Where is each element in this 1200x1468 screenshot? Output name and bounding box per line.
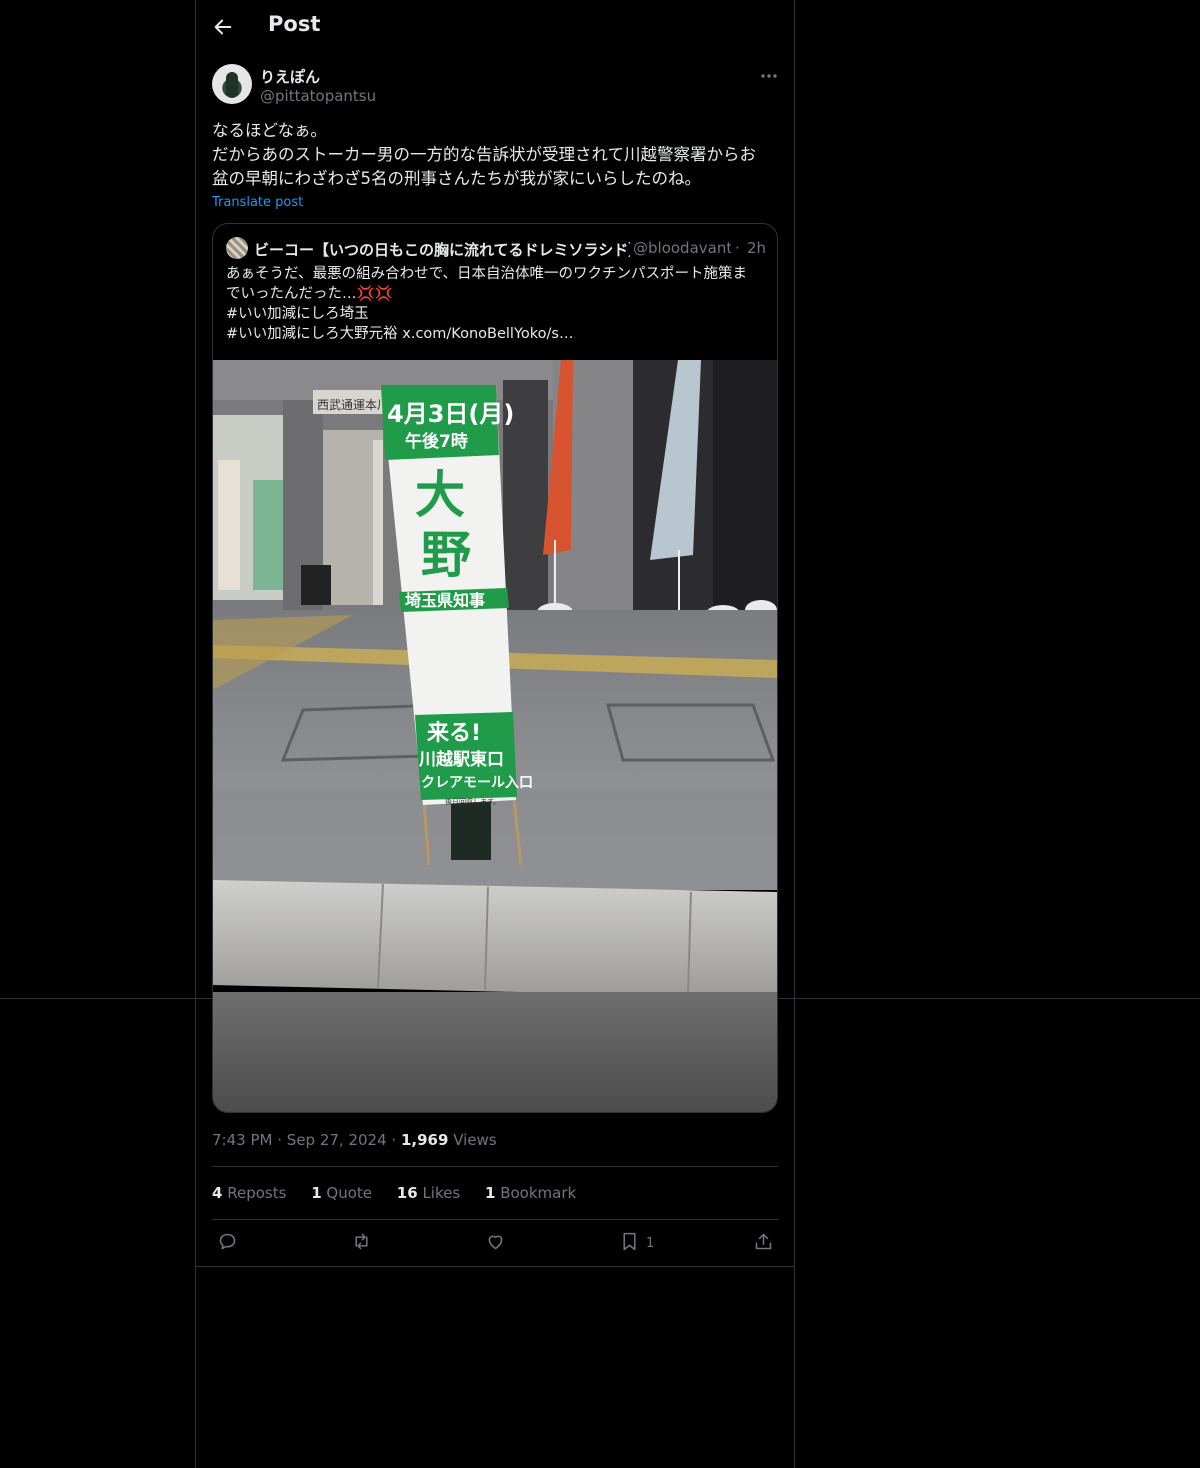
quoted-text-line: #いい加減にしろ大野元裕 x.com/KonoBellYoko/s… xyxy=(226,326,574,342)
banner-place-2: クレアモール入口 xyxy=(421,775,533,791)
quoted-text-line: でいったんだった…💢💢 xyxy=(226,286,393,302)
banner-place-1: 川越駅東口 xyxy=(418,749,504,770)
page-header: Post xyxy=(196,0,794,54)
quoted-post-card[interactable]: ビーコー【いつの日もこの胸に流れてるドレミソラシド】 @bloodavante … xyxy=(212,223,778,1113)
divider xyxy=(196,1266,794,1267)
separator-dot: · xyxy=(735,239,740,257)
action-bar: 1 xyxy=(196,1231,794,1257)
separator-dot: · xyxy=(391,1131,397,1149)
page-title: Post xyxy=(268,12,321,36)
reply-button[interactable] xyxy=(217,1231,238,1255)
engagement-stats: 4 Reposts 1 Quote 16 Likes 1 Bookmark xyxy=(212,1184,596,1202)
repost-icon xyxy=(355,1233,368,1250)
share-icon xyxy=(755,1233,772,1250)
post-text-line: 盆の早朝にわざわざ5名の刑事さんたちが我が家にいらしたのね。 xyxy=(212,169,701,188)
quoted-post-time: 2h xyxy=(747,239,767,257)
banner-footer: 後日回収します。 xyxy=(445,797,500,806)
translate-post-link[interactable]: Translate post xyxy=(212,195,303,210)
post-column: Post りえぽん @pittatopantsu なるほどなぁ。 だからあのスト… xyxy=(195,0,795,1468)
separator-dot: · xyxy=(277,1131,283,1149)
back-arrow-icon[interactable] xyxy=(212,16,234,38)
bookmarks-stat[interactable]: 1 Bookmark xyxy=(485,1184,576,1202)
quoted-author-avatar[interactable] xyxy=(226,237,248,259)
repost-button[interactable] xyxy=(351,1231,372,1255)
bookmark-count: 1 xyxy=(646,1236,655,1251)
bookmarks-label: Bookmark xyxy=(500,1184,577,1202)
banner-time: 午後7時 xyxy=(405,431,468,452)
author-handle[interactable]: @pittatopantsu xyxy=(260,87,376,105)
banner-date: 4月3日(月) xyxy=(387,400,514,428)
views-label: Views xyxy=(453,1131,497,1149)
quoted-text-line: あぁそうだ、最悪の組み合わせで、日本自治体唯一のワクチンパスポート施策ま xyxy=(226,266,747,282)
reposts-count: 4 xyxy=(212,1184,223,1202)
post-text-line: なるほどなぁ。 xyxy=(212,121,327,140)
post-time[interactable]: 7:43 PM xyxy=(212,1131,272,1149)
more-options-icon[interactable] xyxy=(758,66,780,86)
station-sign-text: 西武通運本川 xyxy=(317,398,389,412)
post-meta: 7:43 PM · Sep 27, 2024 · 1,969 Views xyxy=(212,1131,497,1149)
post-date[interactable]: Sep 27, 2024 xyxy=(287,1131,387,1149)
banner-name-1: 大 xyxy=(415,466,465,524)
post-text-line: だからあのストーカー男の一方的な告訴状が受理されて川越警察署からお xyxy=(212,145,757,164)
likes-label: Likes xyxy=(422,1184,461,1202)
bookmark-icon xyxy=(623,1232,636,1251)
author-avatar[interactable] xyxy=(212,64,252,104)
quoted-author-name: ビーコー【いつの日もこの胸に流れてるドレミソラシド】 xyxy=(254,241,630,259)
banner-come: 来る! xyxy=(426,721,481,746)
reposts-label: Reposts xyxy=(227,1184,287,1202)
likes-count: 16 xyxy=(396,1184,418,1202)
banner-name-2: 野 xyxy=(421,526,471,584)
likes-stat[interactable]: 16 Likes xyxy=(397,1184,460,1202)
bookmark-button[interactable]: 1 xyxy=(619,1231,654,1255)
quoted-post-photo[interactable]: 西武通運本川 4月3日(月) 午後7時 大 野 埼玉県知事 来る! 川越駅東口 … xyxy=(213,360,777,1112)
quoted-text-line: #いい加減にしろ埼玉 xyxy=(226,306,369,322)
reposts-stat[interactable]: 4 Reposts xyxy=(212,1184,286,1202)
views-count: 1,969 xyxy=(400,1131,449,1149)
like-button[interactable] xyxy=(485,1231,506,1255)
quotes-count: 1 xyxy=(311,1184,322,1202)
share-button[interactable] xyxy=(753,1231,774,1255)
author-display-name[interactable]: りえぽん xyxy=(260,66,320,87)
banner-office: 埼玉県知事 xyxy=(405,591,485,610)
divider xyxy=(212,1219,778,1220)
bookmarks-count: 1 xyxy=(484,1184,496,1202)
post-text: なるほどなぁ。 だからあのストーカー男の一方的な告訴状が受理されて川越警察署から… xyxy=(212,119,778,191)
quotes-label: Quote xyxy=(326,1184,373,1202)
divider xyxy=(212,1166,778,1167)
quoted-author-handle: @bloodavante xyxy=(633,239,731,257)
quotes-stat[interactable]: 1 Quote xyxy=(311,1184,372,1202)
heart-icon xyxy=(488,1235,503,1250)
quoted-post-text: あぁそうだ、最悪の組み合わせで、日本自治体唯一のワクチンパスポート施策ま でいっ… xyxy=(226,264,766,344)
reply-icon xyxy=(219,1233,236,1250)
